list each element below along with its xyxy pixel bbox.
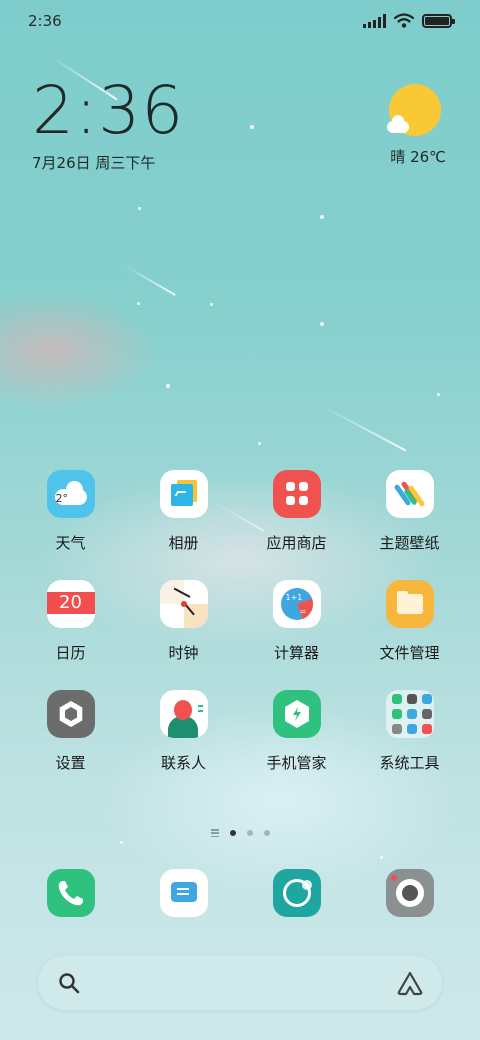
page-dot[interactable] xyxy=(263,830,270,836)
status-bar: 2:36 xyxy=(0,0,480,42)
calculator-icon-equals: = xyxy=(299,607,307,616)
page-dot-active[interactable] xyxy=(229,830,236,836)
app-settings[interactable]: 设置 xyxy=(14,690,127,773)
page-dot[interactable] xyxy=(246,830,253,836)
app-label: 文件管理 xyxy=(379,644,440,662)
sun-cloud-icon xyxy=(387,84,441,136)
app-label: 计算器 xyxy=(273,644,319,662)
dock-phone[interactable] xyxy=(14,869,127,917)
app-calculator[interactable]: 1+1 = 计算器 xyxy=(240,580,353,663)
calculator-icon-text: 1+1 xyxy=(285,593,303,602)
widget-time: 2:36 xyxy=(32,72,185,149)
browser-icon xyxy=(272,869,321,917)
camera-icon xyxy=(385,869,434,917)
app-clock[interactable]: 时钟 xyxy=(127,580,240,663)
app-label: 联系人 xyxy=(160,754,206,772)
dock-camera[interactable] xyxy=(353,869,466,917)
phone-icon xyxy=(46,869,95,917)
calendar-icon-date: 20 xyxy=(59,592,82,613)
dock-browser[interactable] xyxy=(240,869,353,917)
system-tools-folder-icon xyxy=(385,690,434,738)
calendar-icon: 20 xyxy=(46,580,95,628)
search-icon[interactable] xyxy=(58,972,80,994)
status-time: 2:36 xyxy=(28,12,62,30)
app-label: 系统工具 xyxy=(379,754,440,772)
app-calendar[interactable]: 20 日历 xyxy=(14,580,127,663)
app-label: 时钟 xyxy=(168,644,199,662)
app-file-manager[interactable]: 文件管理 xyxy=(353,580,466,663)
app-drawer-menu-icon[interactable] xyxy=(210,829,219,837)
battery-level xyxy=(425,16,449,25)
app-label: 应用商店 xyxy=(266,534,327,552)
battery-icon xyxy=(422,13,455,28)
app-gallery[interactable]: 相册 xyxy=(127,470,240,553)
search-bar[interactable] xyxy=(38,956,442,1010)
app-label: 天气 xyxy=(55,534,86,552)
clock-icon xyxy=(159,580,208,628)
dock-messages[interactable] xyxy=(127,869,240,917)
dock xyxy=(14,869,466,917)
contacts-icon xyxy=(159,690,208,738)
app-weather[interactable]: 2° 天气 xyxy=(14,470,127,553)
widget-date: 7月26日 周三下午 xyxy=(32,154,156,172)
app-store-icon xyxy=(272,470,321,518)
app-label: 手机管家 xyxy=(266,754,327,772)
calculator-icon: 1+1 = xyxy=(272,580,321,628)
app-grid: 2° 天气 相册 应用商店 主题壁纸 20 日历 时钟 1+1 = 计算器 文件… xyxy=(14,470,466,773)
app-label: 设置 xyxy=(55,754,86,772)
signal-icon xyxy=(363,13,386,28)
gallery-icon xyxy=(159,470,208,518)
clock-widget[interactable]: 2:36 7月26日 周三下午 xyxy=(32,78,184,173)
assistant-icon[interactable] xyxy=(396,970,424,996)
weather-text: 晴 26℃ xyxy=(390,148,446,166)
folder-system-tools[interactable]: 系统工具 xyxy=(353,690,466,773)
weather-icon: 2° xyxy=(46,470,95,518)
themes-icon xyxy=(385,470,434,518)
wifi-icon xyxy=(394,13,414,28)
app-label: 日历 xyxy=(55,644,86,662)
app-label: 主题壁纸 xyxy=(379,534,440,552)
app-contacts[interactable]: 联系人 xyxy=(127,690,240,773)
app-store[interactable]: 应用商店 xyxy=(240,470,353,553)
app-themes[interactable]: 主题壁纸 xyxy=(353,470,466,553)
folder-icon xyxy=(385,580,434,628)
messages-icon xyxy=(159,869,208,917)
app-security[interactable]: 手机管家 xyxy=(240,690,353,773)
page-indicator[interactable] xyxy=(0,829,480,837)
weather-widget[interactable]: 晴 26℃ xyxy=(384,84,446,166)
status-icons xyxy=(363,13,455,28)
security-icon xyxy=(272,690,321,738)
settings-icon xyxy=(46,690,95,738)
weather-icon-temp: 2° xyxy=(55,492,69,505)
app-label: 相册 xyxy=(168,534,199,552)
